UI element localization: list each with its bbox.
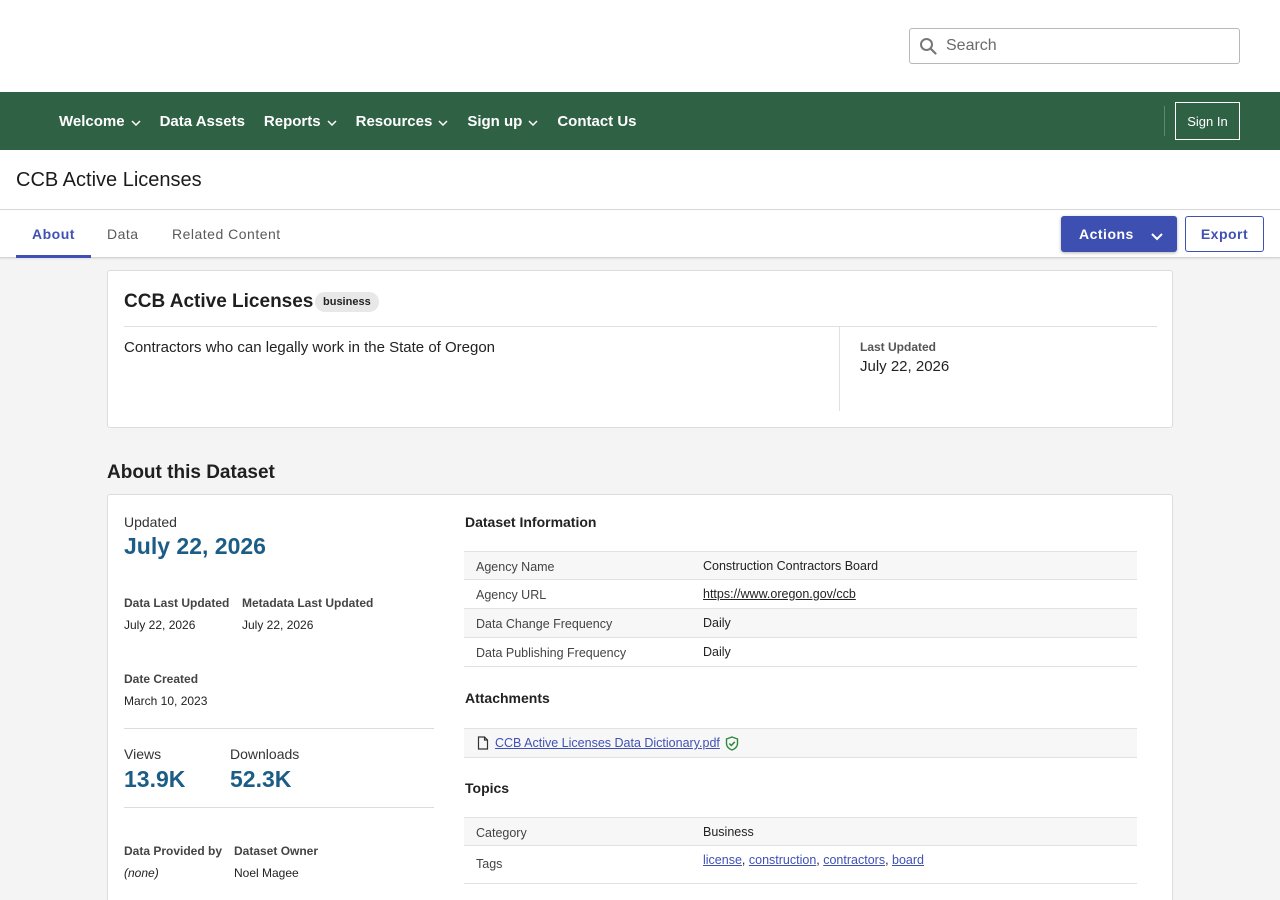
- table-row: Category Business: [464, 817, 1137, 846]
- table-row: Data Change Frequency Daily: [464, 609, 1137, 638]
- updated-value: July 22, 2026: [124, 533, 266, 559]
- table-key: Data Change Frequency: [476, 617, 613, 631]
- nav-item-label: Reports: [263, 112, 321, 130]
- chevron-down-icon: [438, 113, 448, 130]
- table-row: Agency Name Construction Contractors Boa…: [464, 551, 1137, 580]
- nav-item-reports[interactable]: Reports: [264, 113, 337, 130]
- views-value: 13.9K: [124, 766, 186, 792]
- topics-heading: Topics: [465, 780, 510, 796]
- nav-item-label: Sign up: [467, 112, 523, 130]
- table-row: Data Publishing Frequency Daily: [464, 638, 1137, 667]
- tag-link[interactable]: license: [703, 853, 742, 867]
- last-updated-value: July 22, 2026: [860, 358, 950, 375]
- chevron-down-icon: [131, 113, 141, 130]
- active-tab-indicator: [16, 255, 91, 258]
- tag-link[interactable]: board: [892, 853, 924, 867]
- data-last-updated-value: July 22, 2026: [124, 618, 196, 632]
- category-badge: business: [315, 292, 379, 312]
- views-label: Views: [124, 746, 162, 762]
- divider: [124, 326, 1157, 327]
- nav-item-contact-us[interactable]: Contact Us: [557, 113, 636, 130]
- agency-url-link[interactable]: https://www.oregon.gov/ccb: [703, 587, 856, 601]
- table-value: Business: [703, 825, 754, 839]
- tab-about[interactable]: About: [32, 210, 75, 258]
- downloads-label: Downloads: [230, 746, 300, 762]
- nav-item-label: Contact Us: [557, 112, 637, 130]
- tabs-bar: About Data Related Content Actions Expor…: [0, 210, 1280, 258]
- summary-card: CCB Active Licenses business Contractors…: [107, 270, 1173, 428]
- table-key: Category: [476, 826, 527, 840]
- search-input[interactable]: [946, 37, 1216, 55]
- dataset-owner-value: Noel Magee: [234, 866, 299, 880]
- data-provided-by-value: (none): [124, 866, 159, 880]
- date-created-label: Date Created: [124, 672, 199, 686]
- actions-button-label: Actions: [1079, 226, 1134, 242]
- dataset-title: CCB Active Licenses: [124, 291, 314, 312]
- dataset-information-heading: Dataset Information: [465, 514, 597, 530]
- tab-related-content[interactable]: Related Content: [172, 210, 281, 258]
- table-row: Tags license, construction, contractors,…: [464, 846, 1137, 884]
- chevron-down-icon: [327, 113, 337, 130]
- about-card: Updated July 22, 2026 Data Last Updated …: [107, 494, 1173, 900]
- tag-link[interactable]: contractors: [823, 853, 885, 867]
- tag-link[interactable]: construction: [749, 853, 816, 867]
- nav-divider: [1164, 106, 1165, 136]
- attachments-heading: Attachments: [465, 690, 550, 706]
- nav-item-data-assets[interactable]: Data Assets: [160, 113, 245, 130]
- table-value: Daily: [703, 645, 731, 659]
- table-key: Data Publishing Frequency: [476, 646, 627, 660]
- table-value: Construction Contractors Board: [703, 559, 879, 573]
- data-provided-by-label: Data Provided by: [124, 844, 223, 858]
- metadata-last-updated-label: Metadata Last Updated: [242, 596, 374, 610]
- nav-item-label: Data Assets: [159, 112, 245, 130]
- export-button[interactable]: Export: [1185, 216, 1264, 252]
- nav-item-sign-up[interactable]: Sign up: [467, 113, 538, 130]
- dataset-owner-label: Dataset Owner: [234, 844, 319, 858]
- top-header: [0, 0, 1280, 92]
- table-key: Tags: [476, 857, 503, 871]
- table-value: Daily: [703, 616, 731, 630]
- chevron-down-icon: [528, 113, 538, 130]
- attachment-row: CCB Active Licenses Data Dictionary.pdf: [464, 728, 1137, 758]
- main-nav: Welcome Data Assets Reports Resources Si…: [0, 92, 1280, 150]
- nav-item-resources[interactable]: Resources: [356, 113, 449, 130]
- verified-shield-icon: [725, 735, 739, 751]
- nav-item-label: Resources: [355, 112, 433, 130]
- divider: [124, 807, 434, 808]
- data-last-updated-label: Data Last Updated: [124, 596, 230, 610]
- dataset-description: Contractors who can legally work in the …: [124, 339, 496, 356]
- tab-data[interactable]: Data: [107, 210, 139, 258]
- topics-table: Category Business Tags license, construc…: [464, 817, 1137, 884]
- chevron-down-icon: [1151, 228, 1163, 244]
- updated-label: Updated: [124, 514, 177, 530]
- dataset-information-table: Agency Name Construction Contractors Boa…: [464, 551, 1137, 667]
- downloads-value: 52.3K: [230, 766, 292, 792]
- file-icon: [477, 736, 489, 750]
- search-box[interactable]: [909, 28, 1240, 64]
- search-icon: [919, 37, 937, 55]
- divider: [124, 728, 434, 729]
- nav-item-label: Welcome: [59, 112, 125, 130]
- section-title: About this Dataset: [107, 462, 275, 483]
- sign-in-button[interactable]: Sign In: [1175, 102, 1240, 140]
- divider: [839, 327, 840, 411]
- actions-button[interactable]: Actions: [1061, 216, 1177, 252]
- last-updated-label: Last Updated: [860, 340, 937, 354]
- table-key: Agency URL: [476, 588, 547, 602]
- table-row: Agency URL https://www.oregon.gov/ccb: [464, 580, 1137, 609]
- table-key: Agency Name: [476, 560, 555, 574]
- attachment-link[interactable]: CCB Active Licenses Data Dictionary.pdf: [495, 736, 720, 750]
- tags-list: license, construction, contractors, boar…: [703, 853, 925, 867]
- title-bar: CCB Active Licenses: [0, 150, 1280, 210]
- nav-item-welcome[interactable]: Welcome: [59, 113, 141, 130]
- page-title: CCB Active Licenses: [16, 169, 202, 191]
- date-created-value: March 10, 2023: [124, 694, 208, 708]
- metadata-last-updated-value: July 22, 2026: [242, 618, 314, 632]
